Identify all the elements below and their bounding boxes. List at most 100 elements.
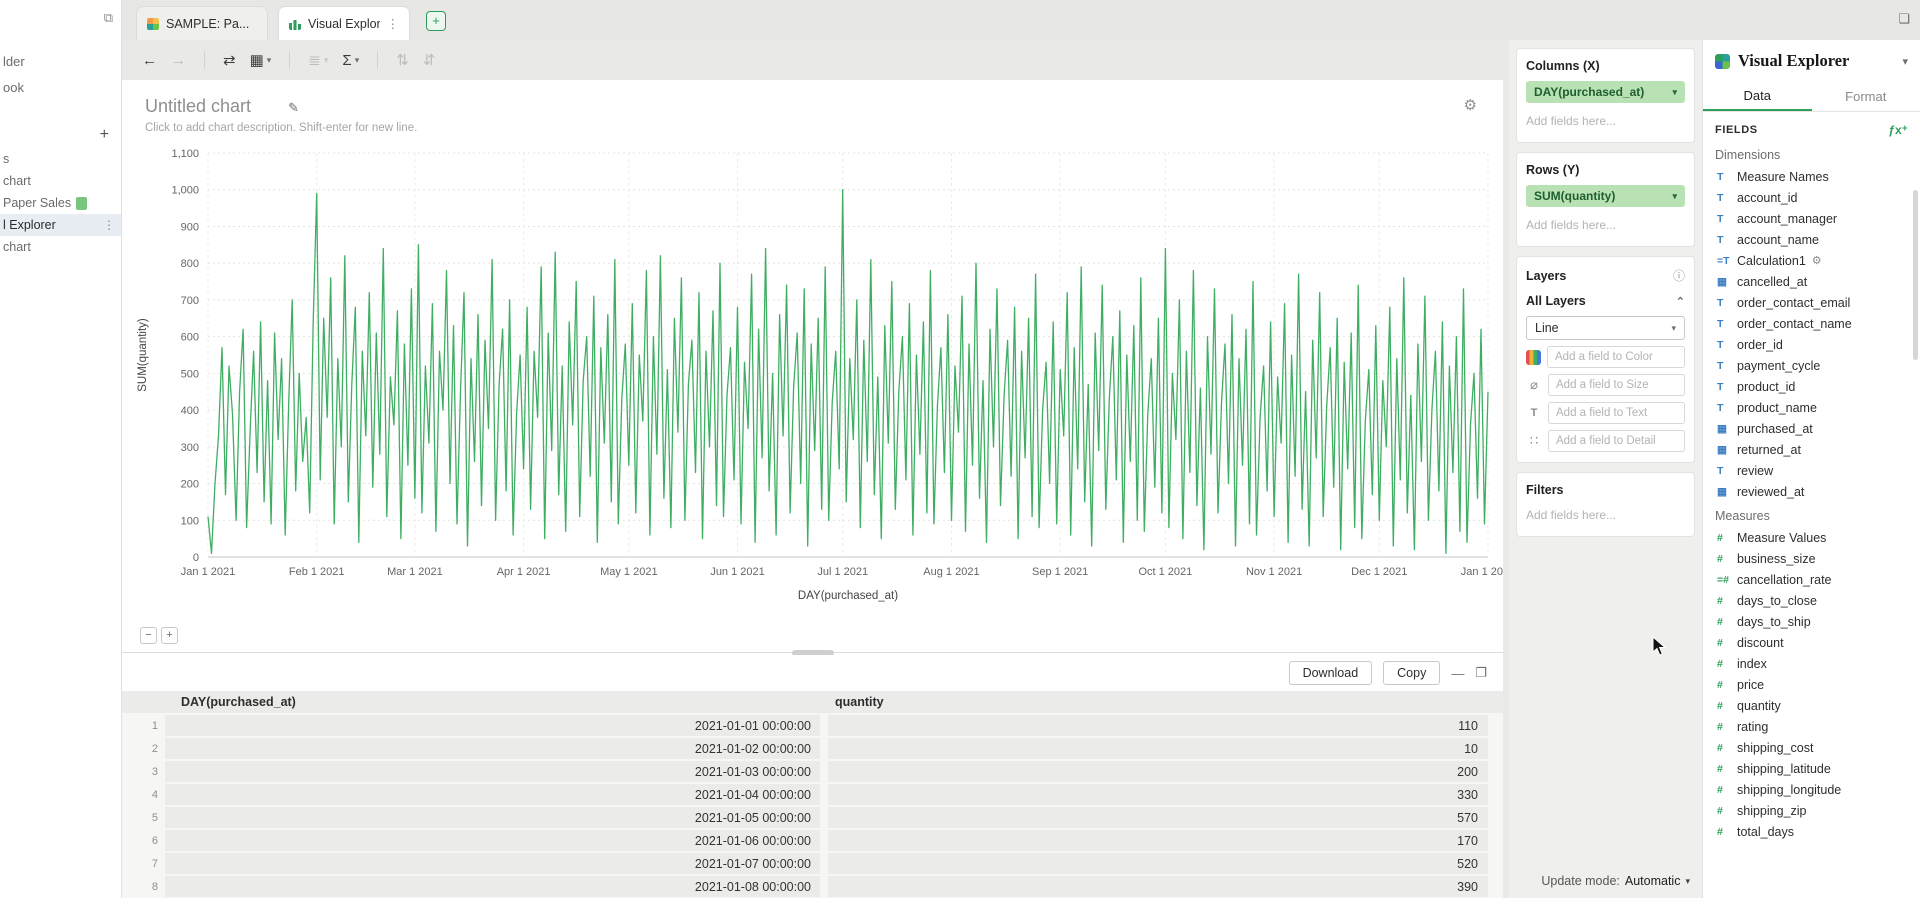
dimension-field[interactable]: ▦ reviewed_at bbox=[1703, 481, 1920, 502]
columns-dropzone[interactable]: Add fields here... bbox=[1526, 114, 1685, 132]
mark-shelf-dropzone[interactable]: Add a field to Text bbox=[1548, 402, 1685, 424]
panel-tab[interactable]: Data bbox=[1703, 82, 1812, 111]
dimension-field[interactable]: ▦ returned_at bbox=[1703, 439, 1920, 460]
copy-button[interactable]: Copy bbox=[1383, 661, 1440, 685]
new-tab-button[interactable]: + bbox=[426, 11, 446, 31]
sidebar-item[interactable]: l Explorer ⋮ bbox=[0, 214, 121, 236]
measure-field[interactable]: # index bbox=[1703, 653, 1920, 674]
table-row[interactable]: 6 2021-01-06 00:00:00 170 bbox=[122, 830, 1503, 851]
update-mode-select[interactable]: Automatic bbox=[1625, 874, 1681, 888]
rows-field-pill[interactable]: SUM(quantity) ▾ bbox=[1526, 185, 1685, 207]
date-cell[interactable]: 2021-01-01 00:00:00 bbox=[165, 715, 820, 736]
expand-table-icon[interactable]: ❐ bbox=[1475, 665, 1487, 681]
quantity-cell[interactable]: 170 bbox=[828, 830, 1488, 851]
quantity-cell[interactable]: 570 bbox=[828, 807, 1488, 828]
toolbar-icon[interactable] bbox=[204, 51, 205, 69]
info-icon[interactable]: ⓘ bbox=[1673, 267, 1685, 284]
filters-dropzone[interactable]: Add fields here... bbox=[1526, 508, 1685, 526]
quantity-cell[interactable]: 10 bbox=[828, 738, 1488, 759]
sidebar-item[interactable]: ook bbox=[0, 74, 121, 100]
zoom-out-button[interactable]: − bbox=[140, 627, 157, 644]
dimension-field[interactable]: T product_name bbox=[1703, 397, 1920, 418]
add-report-button[interactable]: + bbox=[100, 126, 109, 144]
sort-desc-icon[interactable]: ⇵ bbox=[423, 51, 436, 69]
quantity-cell[interactable]: 110 bbox=[828, 715, 1488, 736]
measure-field[interactable]: # shipping_cost bbox=[1703, 737, 1920, 758]
item-menu-icon[interactable]: ⋮ bbox=[103, 218, 115, 232]
column-header-quantity[interactable]: quantity bbox=[828, 695, 1488, 709]
mark-shelf-dropzone[interactable]: Add a field to Detail bbox=[1548, 430, 1685, 452]
zoom-in-button[interactable]: + bbox=[161, 627, 178, 644]
rows-dropzone[interactable]: Add fields here... bbox=[1526, 218, 1685, 236]
sidebar-collapse-icon[interactable]: ⧉ bbox=[104, 10, 113, 26]
quantity-cell[interactable]: 390 bbox=[828, 876, 1488, 897]
mark-type-select[interactable]: Line ▾ bbox=[1526, 316, 1685, 340]
panel-toggle-icon[interactable]: ❏ bbox=[1898, 11, 1910, 27]
sort-asc-icon[interactable]: ⇅ bbox=[396, 51, 409, 69]
table-row[interactable]: 3 2021-01-03 00:00:00 200 bbox=[122, 761, 1503, 782]
tab-sample-report[interactable]: SAMPLE: Pa... bbox=[136, 6, 268, 40]
swap-axes-icon[interactable]: ⇄ bbox=[223, 51, 236, 69]
date-cell[interactable]: 2021-01-03 00:00:00 bbox=[165, 761, 820, 782]
table-row[interactable]: 2 2021-01-02 00:00:00 10 bbox=[122, 738, 1503, 759]
quantity-cell[interactable]: 520 bbox=[828, 853, 1488, 874]
tab-menu-icon[interactable]: ⋮ bbox=[387, 16, 400, 31]
view-type-icon[interactable]: ▦ ▾ bbox=[250, 51, 272, 69]
sidebar-item[interactable]: lder bbox=[0, 48, 121, 74]
dimension-field[interactable]: T order_id bbox=[1703, 334, 1920, 355]
download-button[interactable]: Download bbox=[1289, 661, 1373, 685]
table-row[interactable]: 4 2021-01-04 00:00:00 330 bbox=[122, 784, 1503, 805]
measure-field[interactable]: # shipping_latitude bbox=[1703, 758, 1920, 779]
measure-field[interactable]: =# cancellation_rate bbox=[1703, 569, 1920, 590]
dimension-field[interactable]: T payment_cycle bbox=[1703, 355, 1920, 376]
dimension-field[interactable]: T order_contact_name bbox=[1703, 313, 1920, 334]
quantity-cell[interactable]: 200 bbox=[828, 761, 1488, 782]
dimension-field[interactable]: T account_manager bbox=[1703, 208, 1920, 229]
sidebar-item[interactable]: chart bbox=[0, 236, 121, 258]
measure-field[interactable]: # Measure Values bbox=[1703, 527, 1920, 548]
date-cell[interactable]: 2021-01-04 00:00:00 bbox=[165, 784, 820, 805]
date-cell[interactable]: 2021-01-08 00:00:00 bbox=[165, 876, 820, 897]
measure-field[interactable]: # discount bbox=[1703, 632, 1920, 653]
dimension-field[interactable]: T account_id bbox=[1703, 187, 1920, 208]
sidebar-item[interactable]: s bbox=[0, 148, 121, 170]
dimension-field[interactable]: T review bbox=[1703, 460, 1920, 481]
labels-icon[interactable]: ≣ ▾ bbox=[308, 51, 328, 69]
scrollbar-thumb[interactable] bbox=[1913, 190, 1918, 360]
dimension-field[interactable]: T Measure Names bbox=[1703, 166, 1920, 187]
date-cell[interactable]: 2021-01-02 00:00:00 bbox=[165, 738, 820, 759]
panel-tab[interactable]: Format bbox=[1812, 82, 1920, 111]
table-row[interactable]: 5 2021-01-05 00:00:00 570 bbox=[122, 807, 1503, 828]
aggregate-icon[interactable]: Σ ▾ bbox=[342, 52, 359, 69]
calculation-gear-icon[interactable]: ⚙ bbox=[1812, 254, 1822, 267]
columns-field-pill[interactable]: DAY(purchased_at) ▾ bbox=[1526, 81, 1685, 103]
quantity-cell[interactable]: 330 bbox=[828, 784, 1488, 805]
sidebar-item[interactable]: Paper Sales bbox=[0, 192, 121, 214]
mark-shelf-dropzone[interactable]: Add a field to Size bbox=[1548, 374, 1685, 396]
measure-field[interactable]: # shipping_zip bbox=[1703, 800, 1920, 821]
dimension-field[interactable]: T product_id bbox=[1703, 376, 1920, 397]
mark-shelf-dropzone[interactable]: Add a field to Color bbox=[1547, 346, 1685, 368]
table-row[interactable]: 8 2021-01-08 00:00:00 390 bbox=[122, 876, 1503, 897]
add-calculation-icon[interactable]: ƒx⁺ bbox=[1888, 123, 1908, 137]
sidebar-item[interactable]: chart bbox=[0, 170, 121, 192]
dimension-field[interactable]: T account_name bbox=[1703, 229, 1920, 250]
minimize-table-icon[interactable]: — bbox=[1451, 666, 1464, 681]
dimension-field[interactable]: T order_contact_email bbox=[1703, 292, 1920, 313]
toolbar-icon[interactable] bbox=[289, 51, 290, 69]
measure-field[interactable]: # total_days bbox=[1703, 821, 1920, 842]
measure-field[interactable]: # price bbox=[1703, 674, 1920, 695]
dimension-field[interactable]: =T Calculation1 ⚙ bbox=[1703, 250, 1920, 271]
chevron-down-icon[interactable]: ▾ bbox=[1902, 55, 1908, 68]
measure-field[interactable]: # days_to_close bbox=[1703, 590, 1920, 611]
measure-field[interactable]: # business_size bbox=[1703, 548, 1920, 569]
dimension-field[interactable]: ▦ cancelled_at bbox=[1703, 271, 1920, 292]
date-cell[interactable]: 2021-01-07 00:00:00 bbox=[165, 853, 820, 874]
measure-field[interactable]: # rating bbox=[1703, 716, 1920, 737]
dimension-field[interactable]: ▦ purchased_at bbox=[1703, 418, 1920, 439]
table-row[interactable]: 1 2021-01-01 00:00:00 110 bbox=[122, 715, 1503, 736]
date-cell[interactable]: 2021-01-06 00:00:00 bbox=[165, 830, 820, 851]
date-cell[interactable]: 2021-01-05 00:00:00 bbox=[165, 807, 820, 828]
table-row[interactable]: 7 2021-01-07 00:00:00 520 bbox=[122, 853, 1503, 874]
column-header-date[interactable]: DAY(purchased_at) bbox=[165, 695, 820, 709]
